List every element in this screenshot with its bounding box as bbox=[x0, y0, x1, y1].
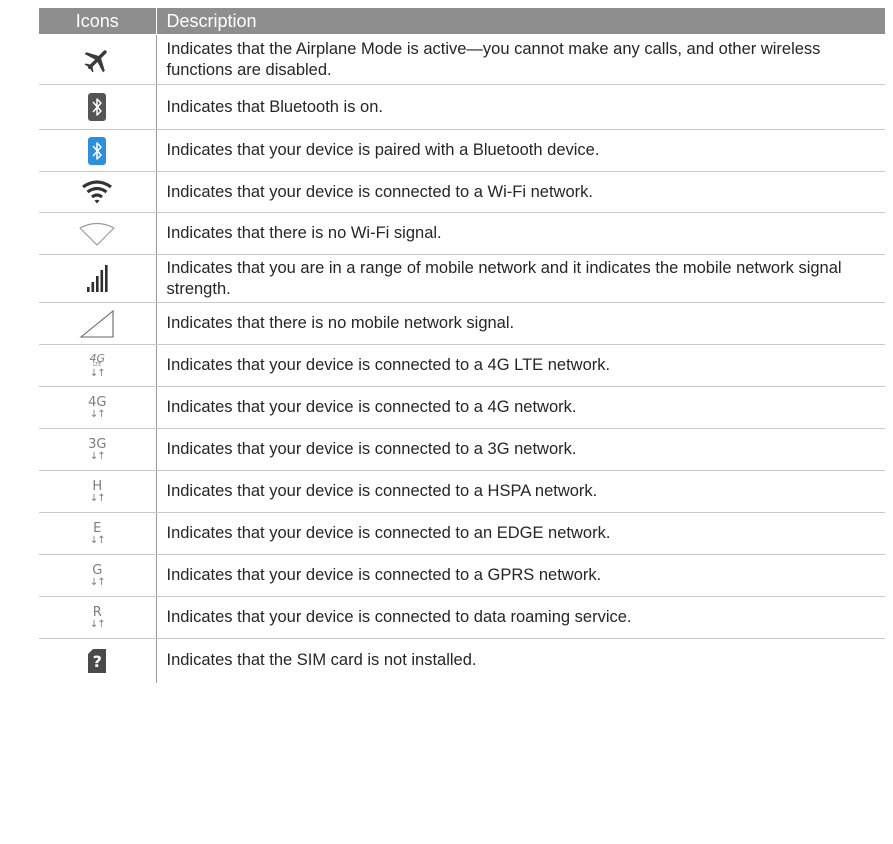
mobile-signal-icon bbox=[87, 264, 108, 292]
page: Icons Description Indicates that the Air… bbox=[0, 0, 893, 844]
row-description: Indicates that your device is connected … bbox=[156, 596, 885, 639]
table-row: G ↓↑ Indicates that your device is conne… bbox=[39, 554, 885, 597]
table-row: H ↓↑ Indicates that your device is conne… bbox=[39, 470, 885, 513]
table-row: 4G ↓↑ Indicates that your device is conn… bbox=[39, 386, 885, 429]
4g-icon: 4G ↓↑ bbox=[88, 394, 107, 420]
row-description: Indicates that there is no Wi-Fi signal. bbox=[156, 212, 885, 255]
no-sim-icon: ? bbox=[88, 648, 107, 673]
status-icons-table: Icons Description Indicates that the Air… bbox=[39, 8, 885, 683]
row-description: Indicates that your device is paired wit… bbox=[156, 129, 885, 172]
row-description: Indicates that your device is connected … bbox=[156, 470, 885, 513]
header-icons: Icons bbox=[39, 8, 157, 35]
table-row: E ↓↑ Indicates that your device is conne… bbox=[39, 512, 885, 555]
wifi-no-signal-icon bbox=[79, 222, 115, 246]
table-row: Indicates that your device is paired wit… bbox=[39, 129, 885, 172]
wifi-connected-icon bbox=[82, 180, 113, 204]
roaming-icon: R ↓↑ bbox=[89, 604, 106, 630]
table-row: Indicates that your device is connected … bbox=[39, 171, 885, 213]
row-description: Indicates that the SIM card is not insta… bbox=[166, 651, 477, 670]
table-row: Indicates that Bluetooth is on. bbox=[39, 84, 885, 130]
table-row: 3G ↓↑ Indicates that your device is conn… bbox=[39, 428, 885, 471]
hspa-icon: H ↓↑ bbox=[89, 478, 106, 504]
3g-icon: 3G ↓↑ bbox=[88, 436, 107, 462]
row-description: Indicates that the Airplane Mode is acti… bbox=[156, 34, 885, 85]
row-description: Indicates that your device is connected … bbox=[156, 386, 885, 429]
row-description: Indicates that your device is connected … bbox=[156, 554, 885, 597]
row-description: Indicates that there is no mobile networ… bbox=[156, 302, 885, 345]
gprs-icon: G ↓↑ bbox=[89, 562, 106, 588]
row-description: Indicates that your device is connected … bbox=[156, 512, 885, 555]
table-row: Indicates that there is no mobile networ… bbox=[39, 302, 885, 345]
table-row: ? Indicates that the SIM card is not ins… bbox=[39, 638, 885, 683]
table-row: Indicates that the Airplane Mode is acti… bbox=[39, 34, 885, 85]
row-description: Indicates that your device is connected … bbox=[156, 428, 885, 471]
table-row: Indicates that you are in a range of mob… bbox=[39, 254, 885, 303]
row-description: Indicates that your device is connected … bbox=[156, 171, 885, 213]
row-description: Indicates that your device is connected … bbox=[156, 344, 885, 387]
airplane-icon bbox=[84, 49, 107, 72]
table-row: Indicates that there is no Wi-Fi signal. bbox=[39, 212, 885, 255]
row-description: Indicates that Bluetooth is on. bbox=[156, 84, 885, 130]
edge-icon: E ↓↑ bbox=[89, 520, 106, 546]
no-mobile-signal-icon bbox=[79, 309, 114, 338]
table-header-row: Icons Description bbox=[39, 8, 885, 35]
bluetooth-on-icon bbox=[88, 93, 107, 121]
bluetooth-paired-icon bbox=[88, 136, 107, 165]
4g-lte-icon: 4G LTE ↓↑ bbox=[89, 351, 106, 379]
table-row: 4G LTE ↓↑ Indicates that your device is … bbox=[39, 344, 885, 387]
table-row: R ↓↑ Indicates that your device is conne… bbox=[39, 596, 885, 639]
header-description: Description bbox=[156, 8, 885, 35]
row-description: Indicates that you are in a range of mob… bbox=[156, 254, 885, 303]
